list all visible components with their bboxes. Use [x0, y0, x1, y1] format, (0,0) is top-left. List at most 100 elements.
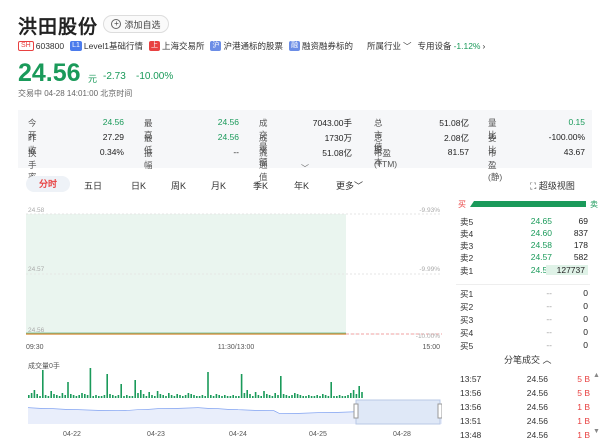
- tab-7[interactable]: 更多﹀: [336, 179, 363, 192]
- exchange-tag[interactable]: 上 上海交易所: [148, 40, 204, 52]
- hk-connect-icon: 沪: [210, 41, 222, 51]
- volume-bar: [64, 395, 66, 398]
- volume-bar: [302, 396, 304, 398]
- volume-bar: [336, 396, 338, 398]
- stat-value: -100.00%: [548, 132, 585, 142]
- trade-row: 13:48 24.56 1 B: [460, 430, 590, 442]
- trade-row: 13:56 24.56 5 B: [460, 388, 590, 400]
- ask-row: 卖1 24.56 127737: [456, 265, 588, 277]
- volume-bar: [128, 396, 131, 398]
- navigator-handle-right[interactable]: [437, 403, 442, 419]
- volume-bar: [308, 395, 310, 398]
- tab-1[interactable]: 五日: [84, 179, 102, 192]
- price-change: -2.73: [103, 71, 126, 82]
- margin-icon: 融: [289, 41, 300, 51]
- volume-bar: [159, 394, 162, 398]
- volume-bar: [319, 396, 321, 398]
- volume-bar: [67, 382, 69, 398]
- hk-connect-tag[interactable]: 沪 沪港通标的股票: [210, 40, 283, 52]
- tab-4[interactable]: 月K: [211, 179, 226, 192]
- stat-value: 1730万: [324, 133, 352, 143]
- expand-chevron-icon[interactable]: ﹀: [301, 163, 309, 174]
- volume-bar: [47, 396, 50, 398]
- industry-change: -1.12%: [453, 41, 481, 51]
- y-axis-pct-label: -9.99%: [419, 266, 440, 273]
- volume-bar: [333, 396, 335, 398]
- tab-6[interactable]: 年K: [294, 179, 309, 192]
- navigator-date-label: 04-24: [229, 431, 247, 438]
- volume-bar: [260, 396, 262, 398]
- navigator-date-label: 04-28: [393, 431, 411, 438]
- trade-price: 24.56: [526, 374, 548, 384]
- super-view-button[interactable]: ⛶ 超级视图: [530, 179, 575, 192]
- volume-bar: [95, 395, 97, 398]
- volume-bar: [207, 372, 209, 398]
- industry-dropdown[interactable]: 所属行业 ﹀: [367, 40, 412, 52]
- bid-level: 买2: [460, 302, 474, 312]
- volume-bar: [361, 392, 363, 398]
- volume-bar: [142, 394, 145, 398]
- chevron-up-icon: ︿: [542, 355, 552, 365]
- volume-bar: [39, 396, 41, 398]
- volume-bar: [58, 396, 61, 398]
- scroll-down-icon[interactable]: ▼: [593, 428, 600, 435]
- navigator-handle-left[interactable]: [353, 403, 359, 419]
- volume-bar: [254, 392, 257, 398]
- stat-value: 27.29: [102, 132, 124, 142]
- volume-bar: [238, 396, 240, 398]
- tab-2[interactable]: 日K: [131, 179, 146, 192]
- industry-name: 专用设备: [417, 41, 452, 51]
- volume-bar: [98, 396, 100, 398]
- ask-volume: 127737: [546, 265, 588, 275]
- industry-link[interactable]: 专用设备 -1.12% ›: [418, 40, 486, 52]
- stock-code: 603800: [35, 41, 65, 51]
- volume-bar: [299, 395, 302, 398]
- scroll-up-icon[interactable]: ▲: [593, 372, 600, 379]
- volume-bar: [341, 396, 344, 398]
- currency-unit: 元: [88, 74, 98, 84]
- navigator-window[interactable]: [355, 399, 441, 425]
- volume-bar: [215, 394, 218, 398]
- bid-level: 买1: [460, 289, 474, 299]
- ask-price: 24.58: [530, 240, 552, 250]
- tab-3[interactable]: 周K: [171, 179, 186, 192]
- trades-header[interactable]: 分笔成交 ︿: [504, 353, 552, 366]
- volume-bar: [36, 394, 38, 398]
- margin-tag[interactable]: 融 融资融券标的: [289, 40, 353, 52]
- volume-bar: [44, 395, 47, 398]
- add-watchlist-button[interactable]: + 添加自选: [103, 15, 169, 33]
- volume-bar: [134, 380, 136, 398]
- trade-time: 13:48: [460, 430, 482, 440]
- volume-bar: [86, 395, 89, 398]
- ask-price: 24.65: [530, 216, 552, 226]
- volume-bar: [310, 396, 313, 398]
- volume-bar: [131, 396, 134, 398]
- intraday-chart[interactable]: 24.58 24.57 24.56 -9.93% -9.99% -10.00% 09:30 1…: [18, 198, 442, 438]
- volume-bar: [263, 391, 265, 398]
- volume-bar: [56, 395, 58, 398]
- volume-bar: [240, 374, 243, 398]
- volume-bar: [103, 395, 106, 398]
- volume-bar: [28, 395, 30, 398]
- volume-bar: [282, 394, 285, 398]
- volume-bar: [257, 395, 260, 398]
- volume-bar: [53, 394, 55, 398]
- trade-volume: 1 B: [577, 402, 590, 412]
- ask-price: 24.60: [530, 228, 552, 238]
- volume-bar: [42, 370, 44, 398]
- trade-time: 13:57: [460, 374, 482, 384]
- volume-bar: [154, 396, 156, 398]
- trade-price: 24.56: [526, 388, 548, 398]
- margin-label: 融资融券标的: [302, 41, 354, 51]
- volume-bar: [109, 394, 111, 398]
- stat-value: 0.34%: [99, 147, 124, 157]
- ask-level: 卖5: [460, 217, 474, 227]
- tab-intraday[interactable]: 分时: [26, 176, 70, 192]
- volume-bar: [170, 395, 173, 398]
- bid-price: --: [546, 314, 552, 324]
- stat-value: 24.56: [217, 132, 239, 142]
- tab-5[interactable]: 季K: [253, 179, 268, 192]
- current-price: 24.56: [18, 59, 81, 87]
- trade-time: 13:51: [460, 416, 482, 426]
- level1-tag[interactable]: L1 Level1基础行情: [70, 40, 143, 52]
